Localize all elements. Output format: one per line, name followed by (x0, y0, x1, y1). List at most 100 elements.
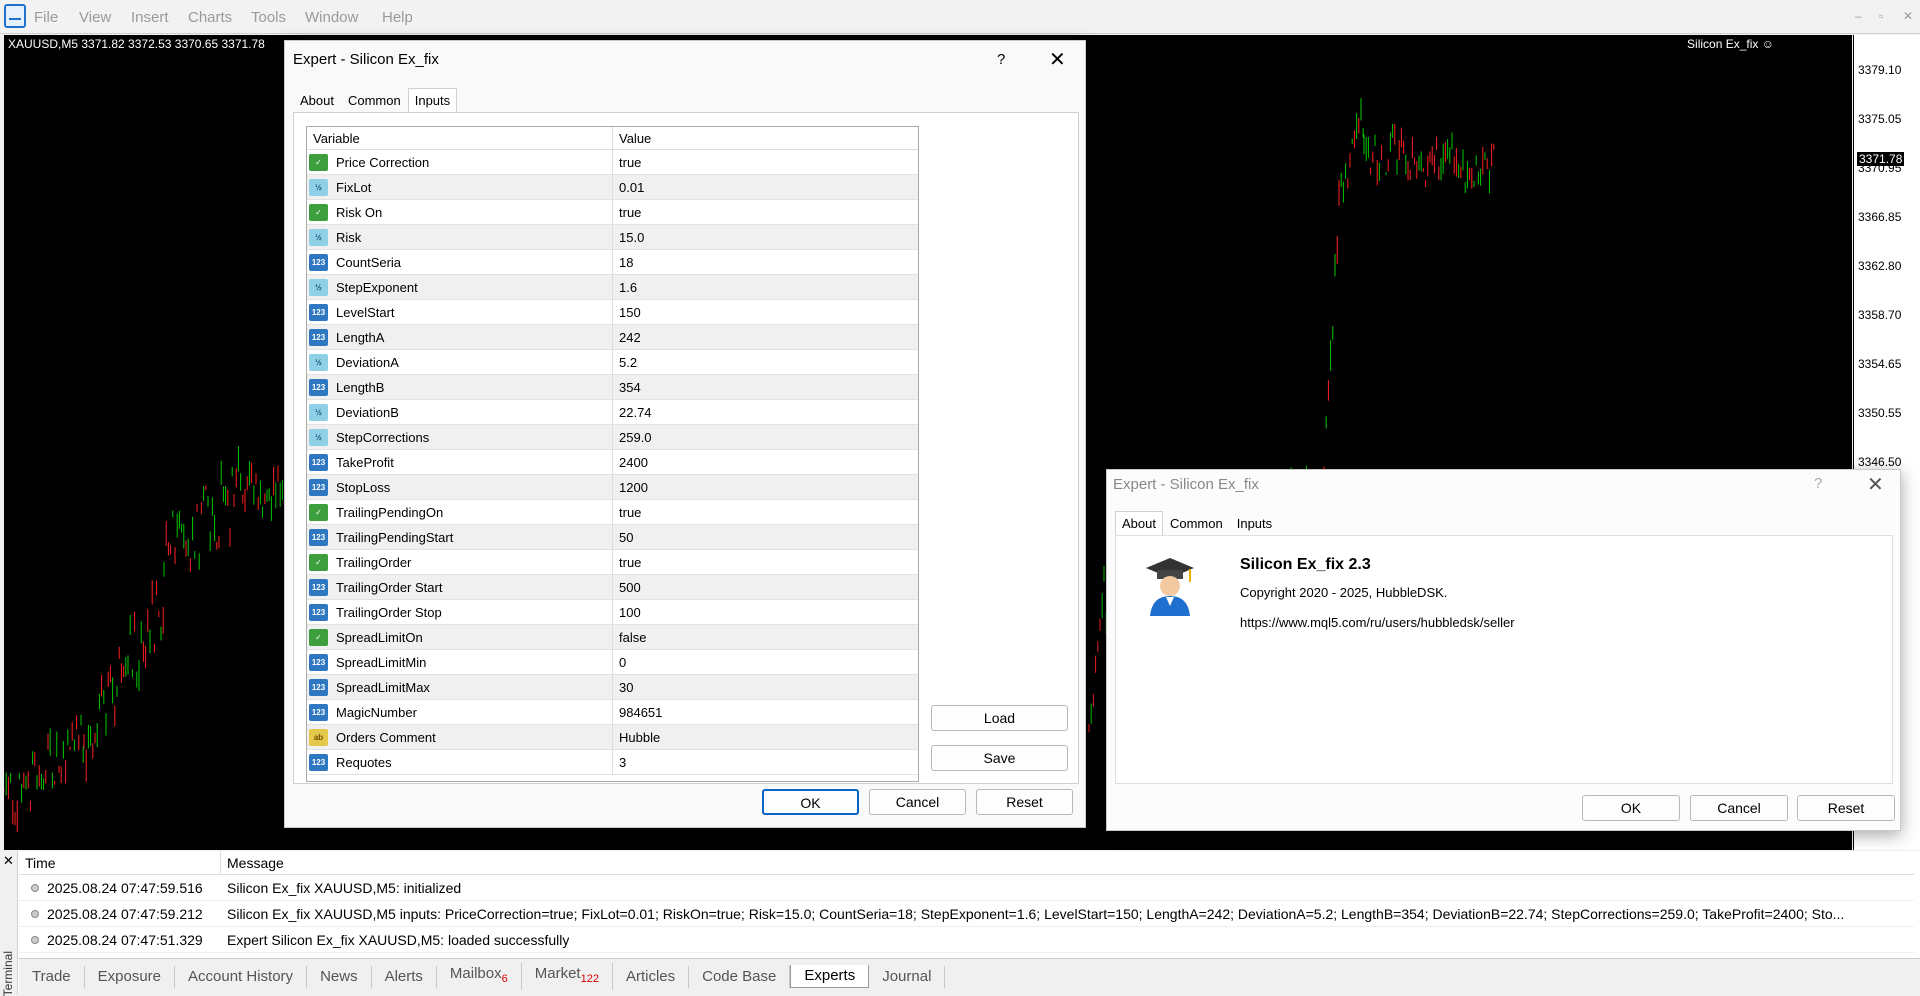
tab-code-base[interactable]: Code Base (689, 965, 791, 988)
tab-about[interactable]: About (1115, 511, 1163, 536)
param-value[interactable]: 50 (613, 530, 633, 545)
param-row[interactable]: ✓ SpreadLimitOn false (307, 624, 918, 650)
param-row[interactable]: 123 SpreadLimitMax 30 (307, 674, 918, 700)
close-icon[interactable]: ✕ (3, 853, 14, 869)
tab-inputs[interactable]: Inputs (407, 88, 458, 113)
menu-file[interactable]: File (34, 9, 58, 26)
param-row[interactable]: 123 TrailingOrder Stop 100 (307, 599, 918, 625)
param-value[interactable]: 22.74 (613, 405, 652, 420)
close-icon[interactable]: ✕ (1049, 50, 1066, 70)
param-value[interactable]: true (613, 205, 641, 220)
menu-tools[interactable]: Tools (251, 9, 286, 26)
tab-common[interactable]: Common (341, 88, 408, 113)
param-value[interactable]: 0 (613, 655, 626, 670)
param-row[interactable]: ✓ Risk On true (307, 199, 918, 225)
tab-trade[interactable]: Trade (19, 965, 85, 988)
param-row[interactable]: 123 LengthB 354 (307, 374, 918, 400)
param-row[interactable]: 123 Requotes 3 (307, 749, 918, 775)
param-row[interactable]: 123 MagicNumber 984651 (307, 699, 918, 725)
tab-journal[interactable]: Journal (869, 965, 946, 988)
menu-charts[interactable]: Charts (188, 9, 232, 26)
param-value[interactable]: false (613, 630, 646, 645)
param-value[interactable]: 354 (613, 380, 641, 395)
param-value[interactable]: 150 (613, 305, 641, 320)
terminal-label: Terminal (1, 951, 15, 996)
log-row[interactable]: 2025.08.24 07:47:51.329 Expert Silicon Ex… (19, 928, 1914, 953)
restore-icon[interactable]: ▫ (1879, 9, 1883, 23)
tab-market[interactable]: Market122 (522, 963, 613, 990)
param-row[interactable]: ½ DeviationB 22.74 (307, 399, 918, 425)
cancel-button[interactable]: Cancel (869, 789, 966, 815)
reset-button[interactable]: Reset (1797, 795, 1895, 821)
tab-news[interactable]: News (307, 965, 372, 988)
param-value[interactable]: 100 (613, 605, 641, 620)
tab-inputs[interactable]: Inputs (1230, 511, 1279, 536)
ok-button[interactable]: OK (1582, 795, 1680, 821)
help-icon[interactable]: ? (997, 51, 1005, 68)
inputs-grid[interactable]: Variable Value ✓ Price Correction true ½ Fix… (306, 126, 919, 782)
param-value[interactable]: true (613, 555, 641, 570)
param-row[interactable]: 123 TrailingPendingStart 50 (307, 524, 918, 550)
reset-button[interactable]: Reset (976, 789, 1073, 815)
seller-link[interactable]: https://www.mql5.com/ru/users/hubbledsk/… (1240, 615, 1515, 630)
tab-mailbox[interactable]: Mailbox6 (437, 963, 522, 990)
param-row[interactable]: ½ DeviationA 5.2 (307, 349, 918, 375)
load-button[interactable]: Load (931, 705, 1068, 731)
param-row[interactable]: ✓ Price Correction true (307, 149, 918, 175)
param-row[interactable]: 123 LevelStart 150 (307, 299, 918, 325)
help-icon[interactable]: ? (1814, 475, 1822, 492)
close-icon[interactable]: ✕ (1903, 9, 1913, 23)
param-value[interactable]: true (613, 505, 641, 520)
save-button[interactable]: Save (931, 745, 1068, 771)
menu-view[interactable]: View (79, 9, 111, 26)
param-variable-cell: ½ DeviationA (307, 349, 613, 375)
menu-help[interactable]: Help (382, 9, 413, 26)
param-row[interactable]: ½ StepExponent 1.6 (307, 274, 918, 300)
param-value[interactable]: 2400 (613, 455, 648, 470)
bool-type-icon: ✓ (309, 503, 328, 521)
tab-about[interactable]: About (293, 88, 341, 113)
log-row[interactable]: 2025.08.24 07:47:59.212 Silicon Ex_fix XA… (19, 902, 1914, 927)
param-value[interactable]: 242 (613, 330, 641, 345)
param-value[interactable]: 5.2 (613, 355, 637, 370)
param-row[interactable]: 123 StopLoss 1200 (307, 474, 918, 500)
cancel-button[interactable]: Cancel (1690, 795, 1788, 821)
param-value[interactable]: 259.0 (613, 430, 652, 445)
close-icon[interactable]: ✕ (1867, 475, 1884, 495)
param-row[interactable]: 123 CountSeria 18 (307, 249, 918, 275)
param-row[interactable]: ½ StepCorrections 259.0 (307, 424, 918, 450)
param-row[interactable]: ✓ TrailingOrder true (307, 549, 918, 575)
menu-insert[interactable]: Insert (131, 9, 169, 26)
param-value[interactable]: 984651 (613, 705, 662, 720)
param-value[interactable]: 0.01 (613, 180, 644, 195)
ok-button[interactable]: OK (762, 789, 859, 815)
param-name: TrailingOrder Start (336, 579, 443, 595)
tab-articles[interactable]: Articles (613, 965, 690, 988)
tab-experts[interactable]: Experts (790, 965, 870, 988)
param-value[interactable]: 500 (613, 580, 641, 595)
tab-account-history[interactable]: Account History (175, 965, 308, 988)
param-value[interactable]: Hubble (613, 730, 660, 745)
param-value[interactable]: 1200 (613, 480, 648, 495)
param-value[interactable]: 30 (613, 680, 633, 695)
minimize-icon[interactable]: – (1855, 9, 1862, 23)
param-row[interactable]: 123 SpreadLimitMin 0 (307, 649, 918, 675)
tab-exposure[interactable]: Exposure (85, 965, 176, 988)
param-row[interactable]: 123 TrailingOrder Start 500 (307, 574, 918, 600)
param-value[interactable]: 1.6 (613, 280, 637, 295)
grid-header: Variable Value (307, 127, 918, 150)
param-row[interactable]: ½ Risk 15.0 (307, 224, 918, 250)
param-row[interactable]: ✓ TrailingPendingOn true (307, 499, 918, 525)
param-value[interactable]: 18 (613, 255, 633, 270)
param-row[interactable]: 123 LengthA 242 (307, 324, 918, 350)
param-value[interactable]: 15.0 (613, 230, 644, 245)
param-row[interactable]: ab Orders Comment Hubble (307, 724, 918, 750)
tab-alerts[interactable]: Alerts (372, 965, 437, 988)
log-row[interactable]: 2025.08.24 07:47:59.516 Silicon Ex_fix XA… (19, 876, 1914, 901)
param-row[interactable]: ½ FixLot 0.01 (307, 174, 918, 200)
param-value[interactable]: true (613, 155, 641, 170)
menu-window[interactable]: Window (305, 9, 358, 26)
param-value[interactable]: 3 (613, 755, 626, 770)
tab-common[interactable]: Common (1163, 511, 1230, 536)
param-row[interactable]: 123 TakeProfit 2400 (307, 449, 918, 475)
